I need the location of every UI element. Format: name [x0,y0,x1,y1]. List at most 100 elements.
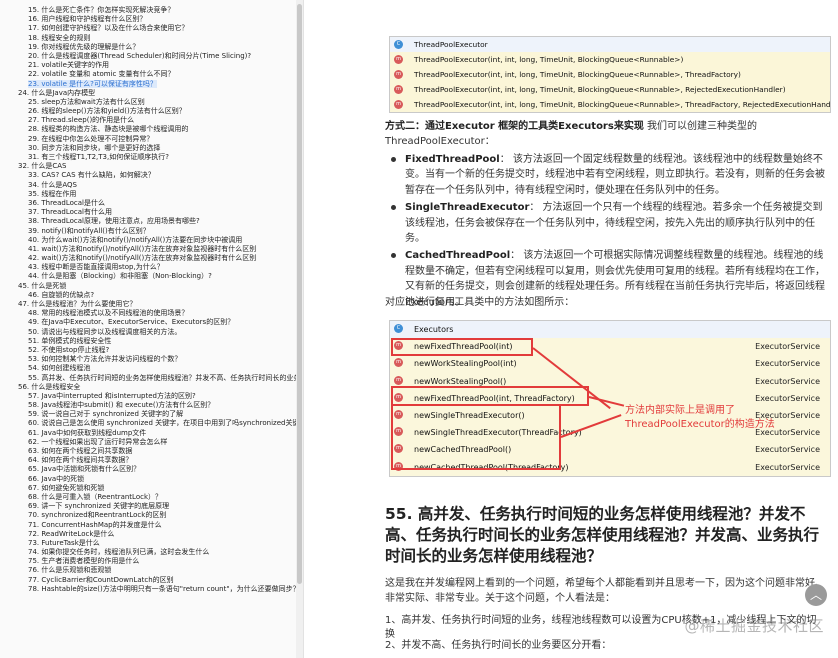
toc-item[interactable]: 66. Java中的死锁 [18,475,300,484]
toc-item[interactable]: 23. volatile 是什么?可以保证有序性吗？ [18,79,300,89]
ide-constructor-row: m ThreadPoolExecutor(int, int, long, Tim… [390,97,830,112]
toc-item-label: 29. 在线程中你怎么处理不可控制异常？ [28,134,154,143]
toc-item[interactable]: 34. 什么是AQS [18,181,300,190]
toc-item[interactable]: 63. 如何在两个线程之间共享数据 [18,447,300,456]
toc-item[interactable]: 68. 什么是可重入锁（ReentrantLock）？ [18,493,300,502]
toc-scrollbar-thumb[interactable] [297,4,302,584]
toc-item[interactable]: 18. 线程安全的规则 [18,34,300,43]
toc-item[interactable]: 72. ReadWriteLock是什么 [18,530,300,539]
toc-item[interactable]: 40. 为什么wait()方法和notify()/notifyAll()方法要在… [18,236,300,245]
toc-item[interactable]: 52. 不使用stop停止线程? [18,346,300,355]
toc-item[interactable]: 62. 一个线程如果出现了运行时异常会怎么样 [18,438,300,447]
toc-item-label: 19. 你对线程优先级的理解是什么？ [28,42,140,51]
toc-item-label: 64. 如何在两个线程间共享数据？ [28,456,133,465]
ide-class-name: Executors [414,325,454,334]
toc-sidebar: 15. 什么是死亡条件？你怎样实现死解决竞争？ 16. 用户线程和守护线程有什么区… [0,0,304,658]
toc-item[interactable]: 78. Hashtable的size()方法中明明只有一条语句"return c… [18,585,300,594]
back-to-top-button[interactable]: ︿ [805,584,827,606]
toc-item[interactable]: 56. 什么是线程安全 [18,383,300,392]
bullet-term: SingleThreadExecutor [405,202,530,214]
toc-item-label: 46. 自旋锁的优缺点? [28,290,95,299]
toc-item[interactable]: 54. 如何创建线程池 [18,364,300,373]
toc-item[interactable]: 20. 什么是线程调度器(Thread Scheduler)和时间分片(Time… [18,52,300,61]
toc-item-label: 66. Java中的死锁 [28,474,85,483]
bullet-term: FixedThreadPool [405,154,500,165]
toc-item[interactable]: 27. Thread.sleep()的作用是什么 [18,116,300,125]
toc-item[interactable]: 44. 什么是阻塞（Blocking）和非阻塞（Non-Blocking）? [18,272,300,281]
point-2: 2、并发不高、任务执行时间长的业务要区分开看： [385,640,612,651]
toc-item[interactable]: 75. 生产者消费者模型的作用是什么 [18,557,300,566]
toc-item[interactable]: 55. 高并发、任务执行时间短的业务怎样使用线程池？并发不高、任务执行时间长的业… [18,374,300,383]
toc-item[interactable]: 17. 如何创建守护线程？以及在什么场合来使用它？ [18,24,300,33]
ide-method-return: ExecutorService [755,462,820,472]
toc-item-label: 25. sleep方法和wait方法有什么区别 [28,97,145,106]
toc-item[interactable]: 50. 请说出与线程同步以及线程调度相关的方法。 [18,328,300,337]
toc-item[interactable]: 41. wait()方法和notify()/notifyAll()方法在放弃对象… [18,245,300,254]
toc-item[interactable]: 51. 单例模式的线程安全性 [18,337,300,346]
toc-item[interactable]: 65. Java中活锁和死锁有什么区别？ [18,465,300,474]
toc-item-label: 59. 说一说自己对于 synchronized 关键字的了解 [28,410,184,419]
toc-item[interactable]: 15. 什么是死亡条件？你怎样实现死解决竞争？ [18,6,300,15]
toc-item[interactable]: 37. ThreadLocal有什么用 [18,208,300,217]
highlight-fixed-threadpool [391,338,533,356]
toc-item[interactable]: 29. 在线程中你怎么处理不可控制异常？ [18,135,300,144]
toc-item[interactable]: 30. 同步方法和同步块，哪个是更好的选择 [18,144,300,153]
toc-item[interactable]: 77. CyclicBarrier和CountDownLatch的区别 [18,576,300,585]
highlight-fixed-threadpool-factory [391,386,589,406]
toc-item[interactable]: 22. volatile 变量和 atomic 变量有什么不同？ [18,70,300,79]
toc-item[interactable]: 35. 线程在作用 [18,190,300,199]
toc-item[interactable]: 24. 什么是Java内存模型 [18,89,300,98]
toc-item[interactable]: 49. 在Java中Executor、ExecutorService、Execu… [18,318,300,327]
toc-item[interactable]: 47. 什么是线程池？为什么要使用它？ [18,300,300,309]
toc-item[interactable]: 48. 常用的线程池模式以及不同线程池的使用场景？ [18,309,300,318]
toc-item-label: 38. ThreadLocal原理，使用注意点，应用场景有哪些? [28,217,200,226]
toc-item[interactable]: 36. ThreadLocal是什么 [18,199,300,208]
toc-item-label: 34. 什么是AQS [28,180,77,189]
toc-item-label: 78. Hashtable的size()方法中明明只有一条语句"return c… [28,584,300,593]
toc-item[interactable]: 39. notify()和notifyAll()有什么区别？ [18,227,300,236]
toc-item[interactable]: 60. 说说自己是怎么使用 synchronized 关键字，在项目中用到了吗s… [18,419,300,428]
toc-item[interactable]: 61. Java中如何获取到线程dump文件 [18,429,300,438]
toc-item[interactable]: 53. 如何控制某个方法允许并发访问线程的个数？ [18,355,300,364]
toc-item[interactable]: 69. 讲一下 synchronized 关键字的底层原理 [18,502,300,511]
ide-constructor-row: m ThreadPoolExecutor(int, int, long, Tim… [390,67,830,82]
toc-item[interactable]: 67. 如何避免死锁和死锁 [18,484,300,493]
toc-item[interactable]: 58. Java线程池中submit() 和 execute()方法有什么区别？ [18,401,300,410]
toc-item-label: 20. 什么是线程调度器(Thread Scheduler)和时间分片(Time… [28,51,252,60]
toc-item[interactable]: 16. 用户线程和守护线程有什么区别？ [18,15,300,24]
toc-item[interactable]: 25. sleep方法和wait方法有什么区别 [18,98,300,107]
toc-item[interactable]: 74. 如果你提交任务时，线程池队列已满，这时会发生什么 [18,548,300,557]
toc-item[interactable]: 57. Java中interrupted 和isInterrupted方法的区别… [18,392,300,401]
list-item: FixedThreadPool： 该方法返回一个固定线程数量的线程池。该线程池中… [385,152,825,198]
toc-item[interactable]: 46. 自旋锁的优缺点? [18,291,300,300]
toc-item[interactable]: 70. synchronized和ReentrantLock的区别 [18,511,300,520]
threadpool-types-list: FixedThreadPool： 该方法返回一个固定线程数量的线程池。该线程池中… [385,152,825,312]
toc-item[interactable]: 19. 你对线程优先级的理解是什么？ [18,43,300,52]
toc-item-label: 58. Java线程池中submit() 和 execute()方法有什么区别？ [28,401,215,410]
toc-item-label: 52. 不使用stop停止线程? [28,345,110,354]
highlight-single-and-cached [391,404,561,470]
toc-scrollbar[interactable] [296,0,303,658]
toc-item[interactable]: 28. 线程类的构造方法、静态块是被哪个线程调用的 [18,125,300,134]
bullet-term: CachedThreadPool [405,250,511,262]
ide-class-name: ThreadPoolExecutor [414,40,488,49]
toc-item[interactable]: 73. FutureTask是什么 [18,539,300,548]
toc-item[interactable]: 38. ThreadLocal原理，使用注意点，应用场景有哪些? [18,217,300,226]
toc-item[interactable]: 31. 有三个线程T1,T2,T3,如何保证顺序执行? [18,153,300,162]
toc-item[interactable]: 43. 线程中断是否能直接调用stop,为什么？ [18,263,300,272]
toc-item[interactable]: 64. 如何在两个线程间共享数据？ [18,456,300,465]
toc-item[interactable]: 59. 说一说自己对于 synchronized 关键字的了解 [18,410,300,419]
toc-item-label: 44. 什么是阻塞（Blocking）和非阻塞（Non-Blocking）? [28,272,212,281]
intro-bold: 方式二：通过Executor 框架的工具类Executors来实现 [385,121,644,132]
toc-item[interactable]: 26. 线程的sleep()方法和yield()方法有什么区别？ [18,107,300,116]
toc-item[interactable]: 71. ConcurrentHashMap的并发度是什么 [18,521,300,530]
toc-item[interactable]: 32. 什么是CAS [18,162,300,171]
toc-item[interactable]: 42. wait()方法和notify()/notifyAll()方法在放弃对象… [18,254,300,263]
toc-item-label: 24. 什么是Java内存模型 [18,88,96,97]
toc-item[interactable]: 33. CAS? CAS 有什么缺陷，如何解决？ [18,171,300,180]
toc-item[interactable]: 45. 什么是死锁 [18,282,300,291]
toc-item[interactable]: 21. volatile关键字的作用 [18,61,300,70]
toc-item[interactable]: 76. 什么是乐观锁和悲观锁 [18,566,300,575]
ide-constructor-row: m ThreadPoolExecutor(int, int, long, Tim… [390,52,830,67]
toc-item-label: 62. 一个线程如果出现了运行时异常会怎么样 [28,437,168,446]
